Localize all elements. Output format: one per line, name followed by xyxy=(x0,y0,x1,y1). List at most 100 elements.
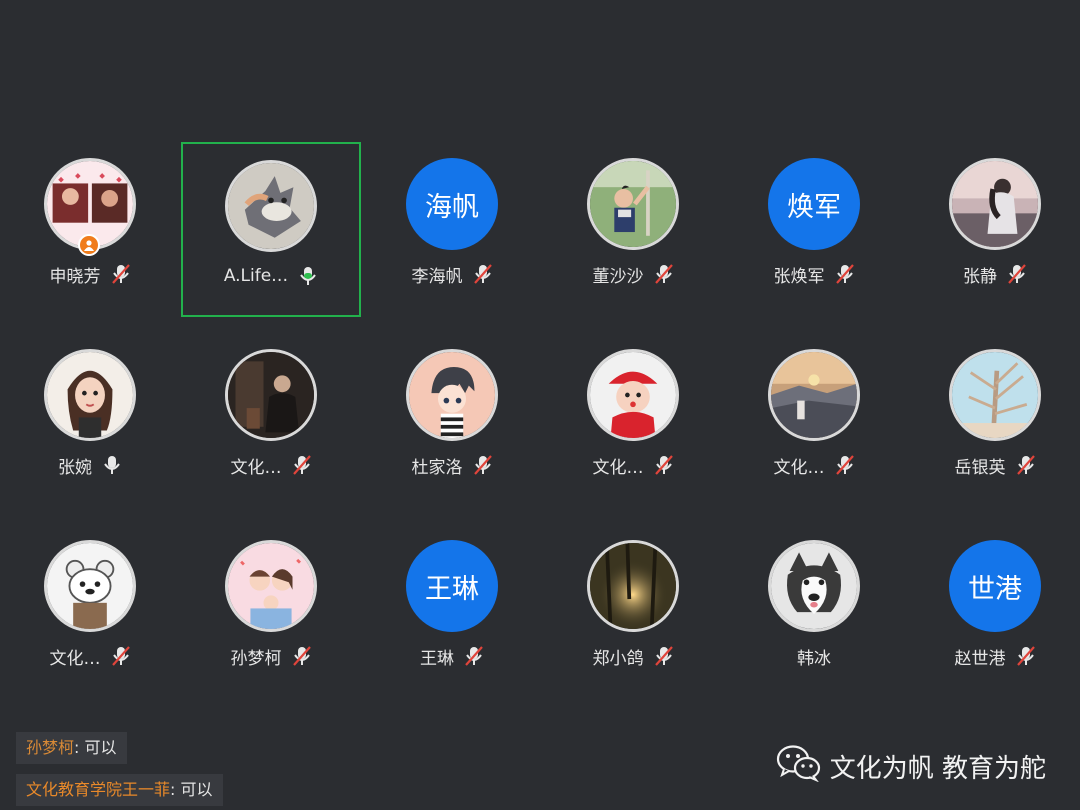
avatar[interactable] xyxy=(44,349,136,441)
participant-name: A.Life… xyxy=(223,266,289,286)
participant-tile[interactable]: 岳银英 xyxy=(905,333,1080,508)
watermark-text: 文化为帆 教育为舵 xyxy=(829,754,1046,784)
participant-tile[interactable]: 杜家洛 xyxy=(362,333,542,508)
participant-tile[interactable]: 张婉 xyxy=(0,333,180,508)
avatar-initials: 王琳 xyxy=(425,573,479,605)
participant-name: 赵世港 xyxy=(954,648,1006,669)
participant-name-row: 孙梦柯 xyxy=(230,644,312,669)
avatar[interactable] xyxy=(768,349,860,441)
participant-name: 文化… xyxy=(49,648,101,669)
participant-name: 文化… xyxy=(773,457,825,478)
avatar[interactable] xyxy=(587,349,679,441)
mic-icon xyxy=(298,265,318,287)
participant-tile[interactable]: 文化… xyxy=(543,333,723,508)
chat-message: 文化教育学院王一菲: 可以 xyxy=(16,774,223,806)
chat-sender: 文化教育学院王一菲 xyxy=(26,780,171,799)
participant-name: 郑小鸽 xyxy=(592,648,644,669)
participant-name: 李海帆 xyxy=(411,266,463,287)
participant-name: 韩冰 xyxy=(797,648,831,669)
avatar[interactable] xyxy=(225,540,317,632)
participant-tile[interactable]: 郑小鸽 xyxy=(543,524,723,699)
participant-tile[interactable]: 张静 xyxy=(905,142,1080,317)
chat-separator: : xyxy=(170,780,181,799)
participant-name: 王琳 xyxy=(420,648,454,669)
participant-tile[interactable]: 董沙沙 xyxy=(543,142,723,317)
participant-grid: 申晓芳 A.Life… 海帆 李海帆 董沙沙 焕军 张焕军 张静 张婉 文化… 杜家洛 文化… 文化… 岳… xyxy=(0,0,1080,810)
participant-name-row: 王琳 xyxy=(420,644,484,669)
participant-name-row: 韩冰 xyxy=(797,644,831,669)
participant-tile[interactable]: 文化… xyxy=(0,524,180,699)
avatar[interactable]: 焕军 xyxy=(768,158,860,250)
participant-tile[interactable]: 孙梦柯 xyxy=(181,524,361,699)
participant-name-row: 张焕军 xyxy=(773,262,855,287)
host-badge-icon xyxy=(78,234,100,256)
participant-name-row: 赵世港 xyxy=(954,644,1036,669)
participant-name-row: A.Life… xyxy=(224,264,318,288)
participant-name-row: 文化… xyxy=(592,453,674,478)
avatar[interactable] xyxy=(225,160,317,252)
participant-tile[interactable]: 焕军张焕军 xyxy=(724,142,904,317)
participant-name: 张焕军 xyxy=(773,266,825,287)
mic-muted-icon xyxy=(835,263,855,285)
participant-tile[interactable]: 海帆李海帆 xyxy=(362,142,542,317)
participant-name: 董沙沙 xyxy=(592,266,644,287)
participant-name: 申晓芳 xyxy=(49,266,101,287)
avatar[interactable] xyxy=(949,349,1041,441)
avatar[interactable]: 世港 xyxy=(949,540,1041,632)
participant-name-row: 文化… xyxy=(49,644,131,669)
avatar[interactable] xyxy=(587,158,679,250)
avatar[interactable] xyxy=(225,349,317,441)
participant-tile[interactable]: 王琳 王琳 xyxy=(362,524,542,699)
mic-muted-icon xyxy=(654,645,674,667)
avatar-initials: 海帆 xyxy=(425,191,479,223)
mic-muted-icon xyxy=(292,645,312,667)
avatar[interactable] xyxy=(949,158,1041,250)
mic-muted-icon xyxy=(654,454,674,476)
avatar[interactable]: 王琳 xyxy=(406,540,498,632)
mic-muted-icon xyxy=(292,454,312,476)
mic-muted-icon xyxy=(473,263,493,285)
participant-name-row: 文化… xyxy=(773,453,855,478)
participant-name: 杜家洛 xyxy=(411,457,463,478)
avatar[interactable] xyxy=(768,540,860,632)
watermark: 文化为帆 教育为舵 xyxy=(776,744,1046,789)
participant-name-row: 李海帆 xyxy=(411,262,493,287)
participant-tile[interactable]: 申晓芳 xyxy=(0,142,180,317)
avatar[interactable] xyxy=(44,540,136,632)
participant-name-row: 董沙沙 xyxy=(592,262,674,287)
participant-name: 文化… xyxy=(592,457,644,478)
avatar-initials: 焕军 xyxy=(787,191,841,223)
chat-text: 可以 xyxy=(180,780,213,799)
participant-name: 孙梦柯 xyxy=(230,648,282,669)
mic-muted-icon xyxy=(111,645,131,667)
participant-tile[interactable]: 世港赵世港 xyxy=(905,524,1080,699)
mic-muted-icon xyxy=(654,263,674,285)
participant-name-row: 文化… xyxy=(230,453,312,478)
mic-muted-icon xyxy=(1016,645,1036,667)
wechat-icon xyxy=(776,744,822,789)
mic-muted-icon xyxy=(1007,263,1027,285)
participant-tile[interactable]: 韩冰 xyxy=(724,524,904,699)
participant-tile[interactable]: 文化… xyxy=(181,333,361,508)
avatar[interactable] xyxy=(587,540,679,632)
participant-name: 岳银英 xyxy=(954,457,1006,478)
mic-icon xyxy=(102,454,122,476)
chat-message: 孙梦柯: 可以 xyxy=(16,732,127,764)
mic-muted-icon xyxy=(464,645,484,667)
participant-name-row: 申晓芳 xyxy=(49,262,131,287)
chat-sender: 孙梦柯 xyxy=(26,738,75,757)
avatar-initials: 世港 xyxy=(968,573,1022,605)
participant-name-row: 张婉 xyxy=(58,453,122,478)
mic-muted-icon xyxy=(835,454,855,476)
chat-separator: : xyxy=(74,738,85,757)
participant-name-row: 张静 xyxy=(963,262,1027,287)
participant-name: 文化… xyxy=(230,457,282,478)
participant-tile[interactable]: 文化… xyxy=(724,333,904,508)
avatar[interactable]: 海帆 xyxy=(406,158,498,250)
mic-muted-icon xyxy=(111,263,131,285)
avatar[interactable] xyxy=(406,349,498,441)
participant-tile[interactable]: A.Life… xyxy=(181,142,361,317)
chat-text: 可以 xyxy=(84,738,117,757)
participant-name: 张婉 xyxy=(58,457,92,478)
participant-name-row: 杜家洛 xyxy=(411,453,493,478)
